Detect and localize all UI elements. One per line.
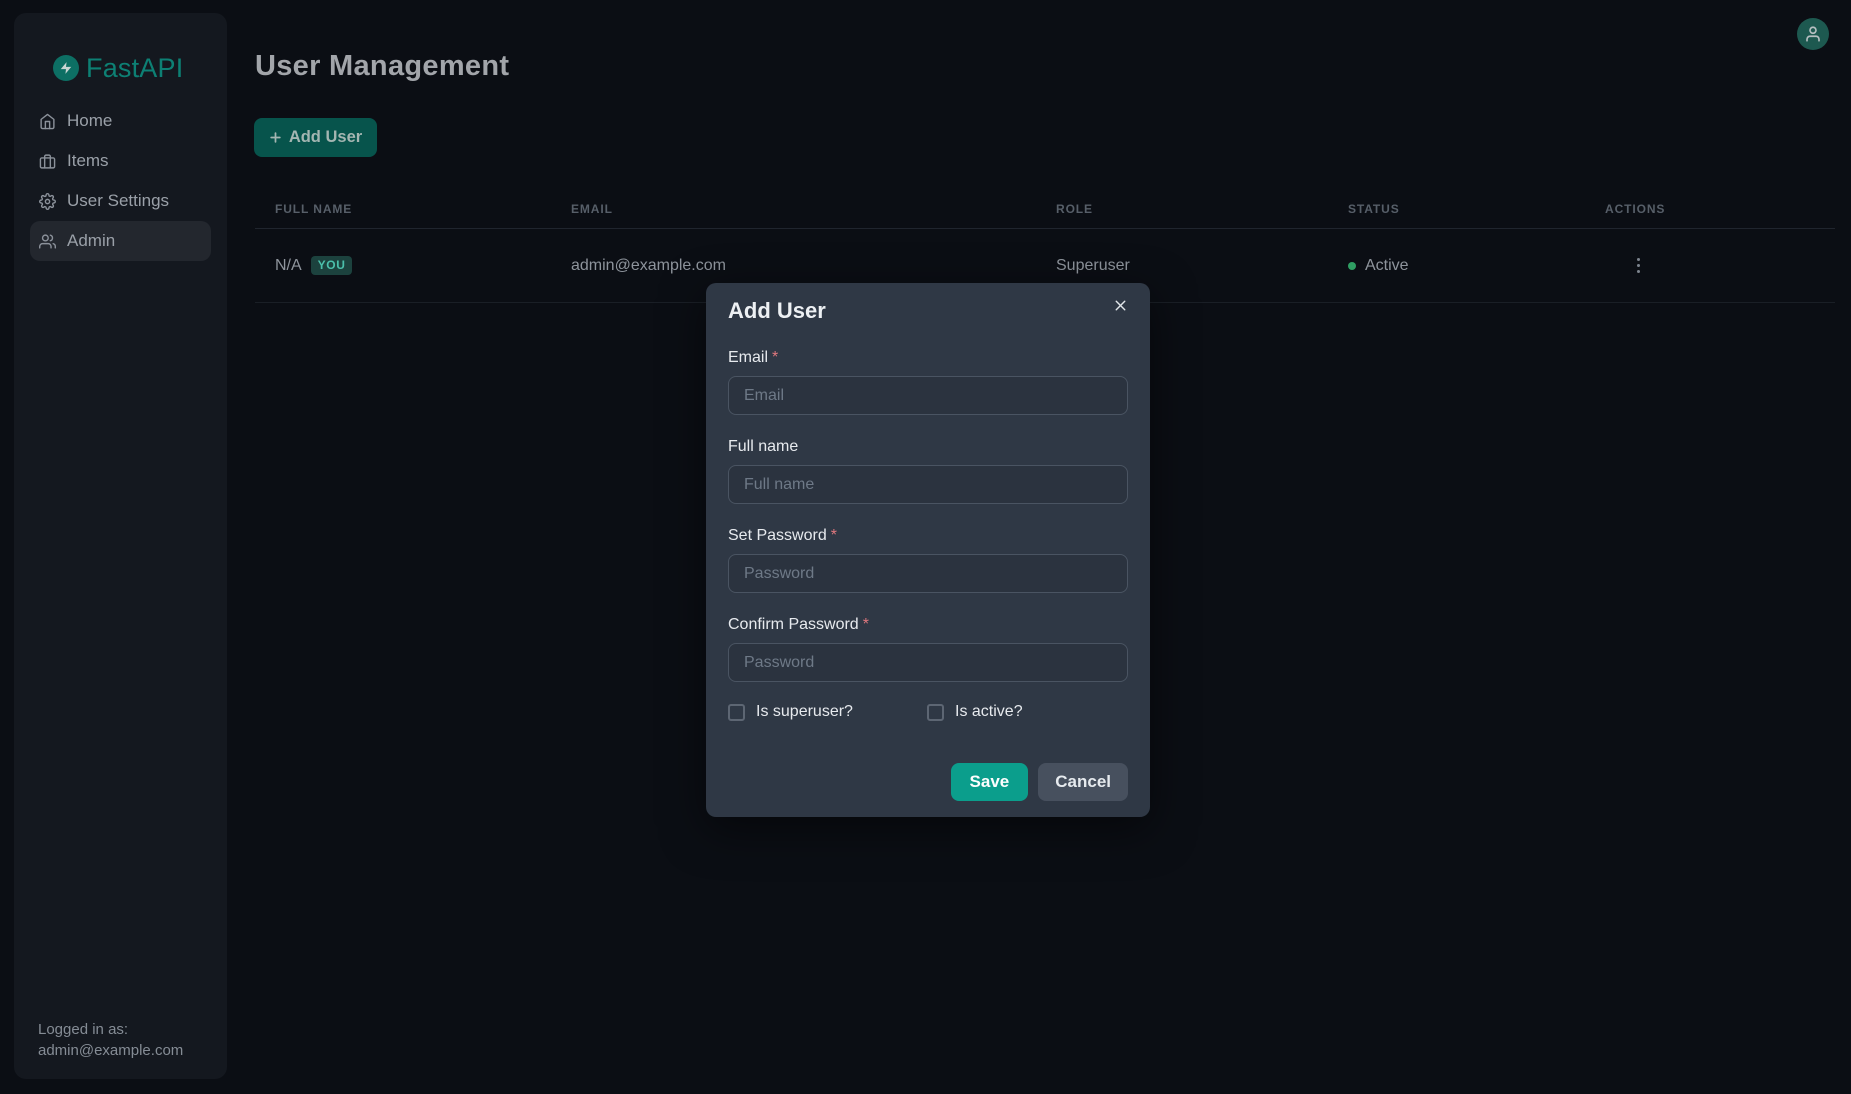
sidebar-item-label: Admin: [67, 231, 115, 251]
confirm-password-label: Confirm Password*: [728, 615, 1128, 634]
add-user-modal: Add User Email* Full name Set Password* …: [706, 283, 1150, 817]
sidebar-nav: Home Items User Settings Admin: [14, 101, 227, 261]
gear-icon: [39, 193, 56, 210]
column-header-email: EMAIL: [551, 202, 1036, 216]
cell-status: Active: [1328, 257, 1585, 275]
close-icon[interactable]: [1106, 291, 1134, 319]
checkbox-row: Is superuser? Is active?: [728, 703, 1128, 721]
sidebar-item-label: Home: [67, 111, 112, 131]
user-menu-button[interactable]: [1797, 18, 1829, 50]
brand-logo: FastAPI: [53, 54, 183, 82]
required-asterisk: *: [863, 616, 869, 633]
you-badge: YOU: [311, 256, 353, 275]
kebab-menu-icon[interactable]: [1628, 254, 1648, 278]
cell-email: admin@example.com: [551, 257, 1036, 275]
save-button[interactable]: Save: [951, 763, 1029, 801]
cell-full-name: N/A YOU: [255, 256, 551, 275]
sidebar-item-home[interactable]: Home: [30, 101, 211, 141]
column-header-role: ROLE: [1036, 202, 1328, 216]
users-icon: [39, 233, 56, 250]
sidebar-item-admin[interactable]: Admin: [30, 221, 211, 261]
page-title: User Management: [255, 50, 509, 83]
sidebar-item-label: Items: [67, 151, 109, 171]
full-name-value: N/A: [275, 257, 302, 275]
modal-title: Add User: [728, 298, 1128, 324]
status-dot: [1348, 262, 1356, 270]
user-icon: [1804, 25, 1822, 43]
set-password-field[interactable]: [728, 554, 1128, 593]
is-superuser-label: Is superuser?: [756, 703, 853, 721]
add-user-button[interactable]: Add User: [254, 118, 377, 157]
plus-icon: [269, 131, 282, 144]
is-active-label: Is active?: [955, 703, 1023, 721]
status-label: Active: [1365, 257, 1409, 275]
cell-role: Superuser: [1036, 257, 1328, 275]
required-asterisk: *: [772, 349, 778, 366]
checkbox-icon[interactable]: [728, 704, 745, 721]
logged-in-info: Logged in as: admin@example.com: [38, 1019, 183, 1061]
logged-in-email: admin@example.com: [38, 1040, 183, 1061]
sidebar-item-items[interactable]: Items: [30, 141, 211, 181]
table-header-row: FULL NAME EMAIL ROLE STATUS ACTIONS: [255, 189, 1835, 229]
sidebar-item-user-settings[interactable]: User Settings: [30, 181, 211, 221]
zap-icon: [53, 55, 79, 81]
email-label: Email*: [728, 348, 1128, 367]
briefcase-icon: [39, 153, 56, 170]
confirm-password-field[interactable]: [728, 643, 1128, 682]
set-password-label: Set Password*: [728, 526, 1128, 545]
home-icon: [39, 113, 56, 130]
cell-actions: [1585, 254, 1835, 278]
sidebar: FastAPI Home Items User Settings: [14, 13, 227, 1079]
column-header-status: STATUS: [1328, 202, 1585, 216]
app-screen: FastAPI Home Items User Settings: [0, 0, 1851, 1094]
checkbox-icon[interactable]: [927, 704, 944, 721]
full-name-label: Full name: [728, 437, 1128, 456]
column-header-full-name: FULL NAME: [255, 202, 551, 216]
column-header-actions: ACTIONS: [1585, 202, 1835, 216]
is-active-checkbox[interactable]: Is active?: [927, 703, 1126, 721]
cancel-button[interactable]: Cancel: [1038, 763, 1128, 801]
sidebar-item-label: User Settings: [67, 191, 169, 211]
brand-name: FastAPI: [86, 53, 183, 84]
modal-actions: Save Cancel: [728, 763, 1128, 801]
required-asterisk: *: [831, 527, 837, 544]
full-name-field[interactable]: [728, 465, 1128, 504]
add-user-button-label: Add User: [289, 128, 362, 147]
email-field[interactable]: [728, 376, 1128, 415]
is-superuser-checkbox[interactable]: Is superuser?: [728, 703, 927, 721]
logged-in-label: Logged in as:: [38, 1019, 183, 1040]
